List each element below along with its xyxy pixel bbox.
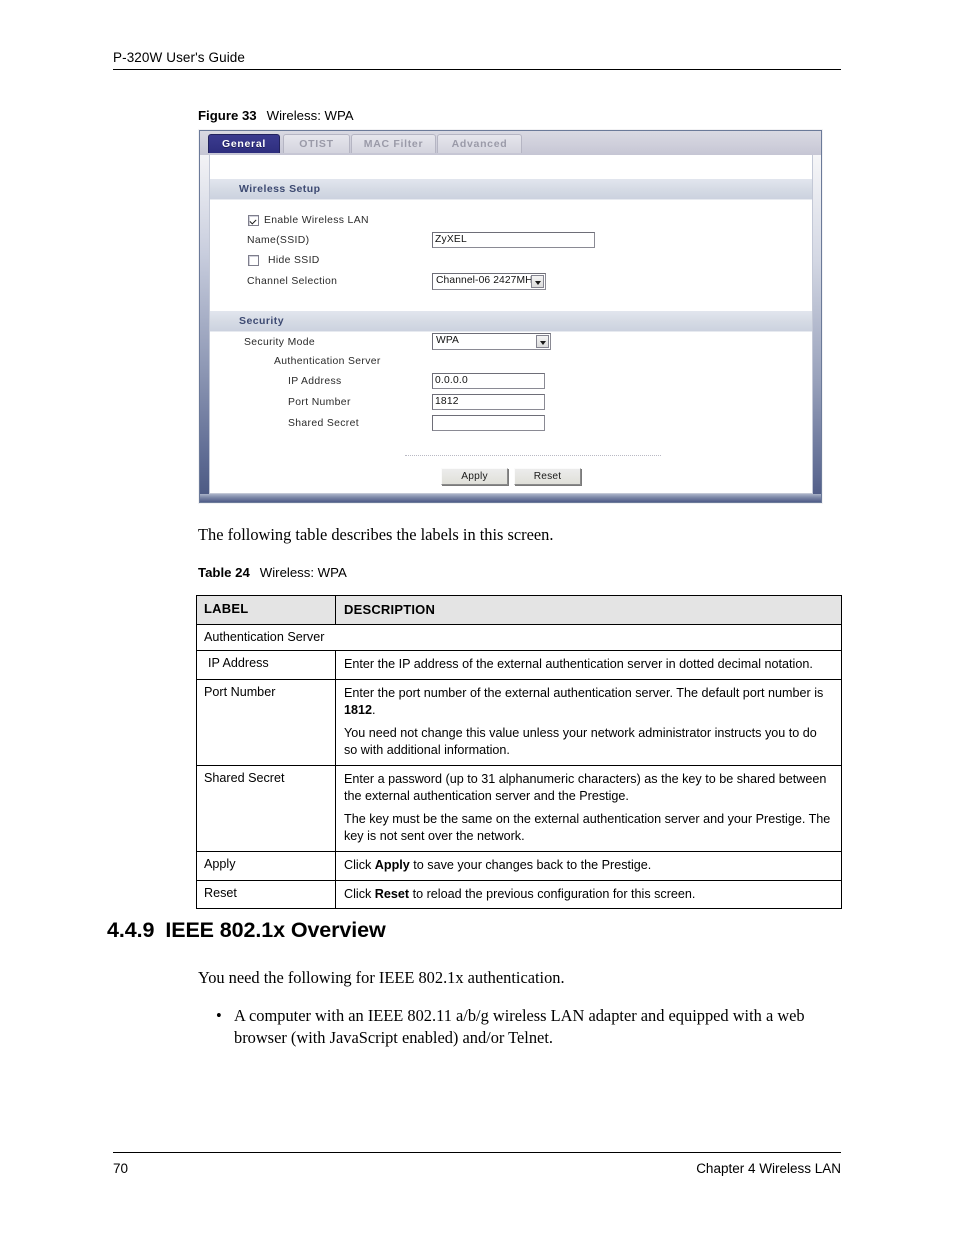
enable-wireless-lan-label: Enable Wireless LAN [264, 215, 369, 226]
panel-canvas: Wireless Setup Enable Wireless LAN Name(… [209, 155, 813, 494]
name-ssid-input[interactable]: ZyXEL [432, 232, 595, 248]
chevron-down-icon[interactable] [531, 275, 544, 288]
shared-secret-label: Shared Secret [288, 418, 359, 429]
table-header-row: LABEL DESCRIPTION [196, 594, 842, 626]
section-header-security-label: Security [239, 315, 285, 327]
bullet-list: • A computer with an IEEE 802.11 a/b/g wi… [198, 1005, 843, 1056]
port-number-input[interactable]: 1812 [432, 394, 545, 410]
apply-button[interactable]: Apply [441, 468, 508, 485]
tab-general[interactable]: General [208, 134, 280, 153]
table-caption-number: Table 24 [198, 565, 250, 580]
intro-paragraph: The following table describes the labels… [198, 525, 554, 544]
figure-caption-number: Figure 33 [198, 108, 257, 123]
enable-wireless-lan-checkbox[interactable] [248, 215, 259, 226]
tab-bar: General OTIST MAC Filter Advanced [200, 131, 821, 155]
table-caption: Table 24 Wireless: WPA [198, 565, 347, 580]
table-cell-label: Shared Secret [196, 764, 336, 852]
panel-left-rail [200, 155, 209, 502]
list-item: • A computer with an IEEE 802.11 a/b/g wi… [216, 1006, 805, 1048]
channel-selection-select[interactable]: Channel-06 2427MHz [432, 273, 546, 290]
hide-ssid-label: Hide SSID [268, 255, 320, 266]
figure-caption: Figure 33 Wireless: WPA [198, 108, 354, 123]
table-header-label: LABEL [196, 594, 336, 626]
table-row: Port Number Enter the port number of the … [196, 679, 842, 766]
table-cell-label: Port Number [196, 679, 336, 766]
bullet-dot-icon: • [216, 1006, 222, 1025]
ip-address-label: IP Address [288, 376, 342, 387]
channel-selection-label: Channel Selection [247, 276, 338, 287]
tab-mac-filter[interactable]: MAC Filter [351, 134, 436, 153]
table-cell-label: Apply [196, 850, 336, 881]
table-group-row: Authentication Server [196, 624, 842, 652]
header-divider [113, 69, 841, 70]
figure-screenshot: General OTIST MAC Filter Advanced Wirele… [199, 130, 822, 503]
section-header-wireless-setup-label: Wireless Setup [239, 183, 321, 195]
footer-divider [113, 1152, 841, 1153]
table-cell-label: Reset [196, 879, 336, 910]
running-header-title: P-320W User's Guide [113, 50, 246, 65]
section-intro-paragraph: You need the following for IEEE 802.1x a… [198, 968, 565, 987]
table-cell-description: Click Apply to save your changes back to… [335, 850, 842, 881]
running-header: P-320W User's Guide [113, 50, 841, 70]
table-row: IP Address Enter the IP address of the ex… [196, 650, 842, 681]
port-number-label: Port Number [288, 397, 351, 408]
panel-right-rail [813, 155, 821, 502]
table-group-row-label: Authentication Server [196, 624, 842, 652]
table-cell-description: Click Reset to reload the previous confi… [335, 879, 842, 910]
reset-button[interactable]: Reset [514, 468, 581, 485]
figure-caption-text: Wireless: WPA [266, 108, 354, 123]
table-cell-label: IP Address [196, 650, 336, 681]
tab-advanced[interactable]: Advanced [437, 134, 522, 153]
table-cell-description: Enter the IP address of the external aut… [335, 650, 842, 681]
table-row: Shared Secret Enter a password (up to 31 … [196, 764, 842, 852]
security-mode-value: WPA [436, 335, 459, 346]
section-header-wireless-setup: Wireless Setup [210, 179, 812, 200]
tab-otist[interactable]: OTIST [283, 134, 350, 153]
authentication-server-label: Authentication Server [274, 356, 381, 367]
section-title: IEEE 802.1x Overview [165, 918, 386, 942]
table-row: Reset Click Reset to reload the previous … [196, 879, 842, 910]
label-description-table: LABEL DESCRIPTION Authentication Server I… [196, 594, 842, 910]
chevron-down-icon[interactable] [536, 335, 549, 348]
section-header-security: Security [210, 311, 812, 332]
section-number: 4.4.9 [107, 918, 155, 942]
table-header-description: DESCRIPTION [335, 594, 842, 626]
channel-selection-value: Channel-06 2427MHz [436, 275, 538, 286]
name-ssid-label: Name(SSID) [247, 235, 310, 246]
document-page: P-320W User's Guide Figure 33 Wireless: W… [0, 0, 954, 1235]
security-mode-label: Security Mode [244, 337, 315, 348]
shared-secret-input[interactable] [432, 415, 545, 431]
footer-chapter: Chapter 4 Wireless LAN [696, 1161, 841, 1176]
divider [405, 455, 661, 456]
table-cell-description: Enter the port number of the external au… [335, 679, 842, 766]
table-caption-text: Wireless: WPA [259, 565, 347, 580]
security-mode-select[interactable]: WPA [432, 333, 551, 350]
table-row: Apply Click Apply to save your changes ba… [196, 850, 842, 881]
ip-address-input[interactable]: 0.0.0.0 [432, 373, 545, 389]
panel-bottom-rail [200, 494, 821, 502]
table-cell-description: Enter a password (up to 31 alphanumeric … [335, 764, 842, 852]
page-title: 4.4.9 IEEE 802.1x Overview [107, 918, 386, 943]
hide-ssid-checkbox[interactable] [248, 255, 259, 266]
